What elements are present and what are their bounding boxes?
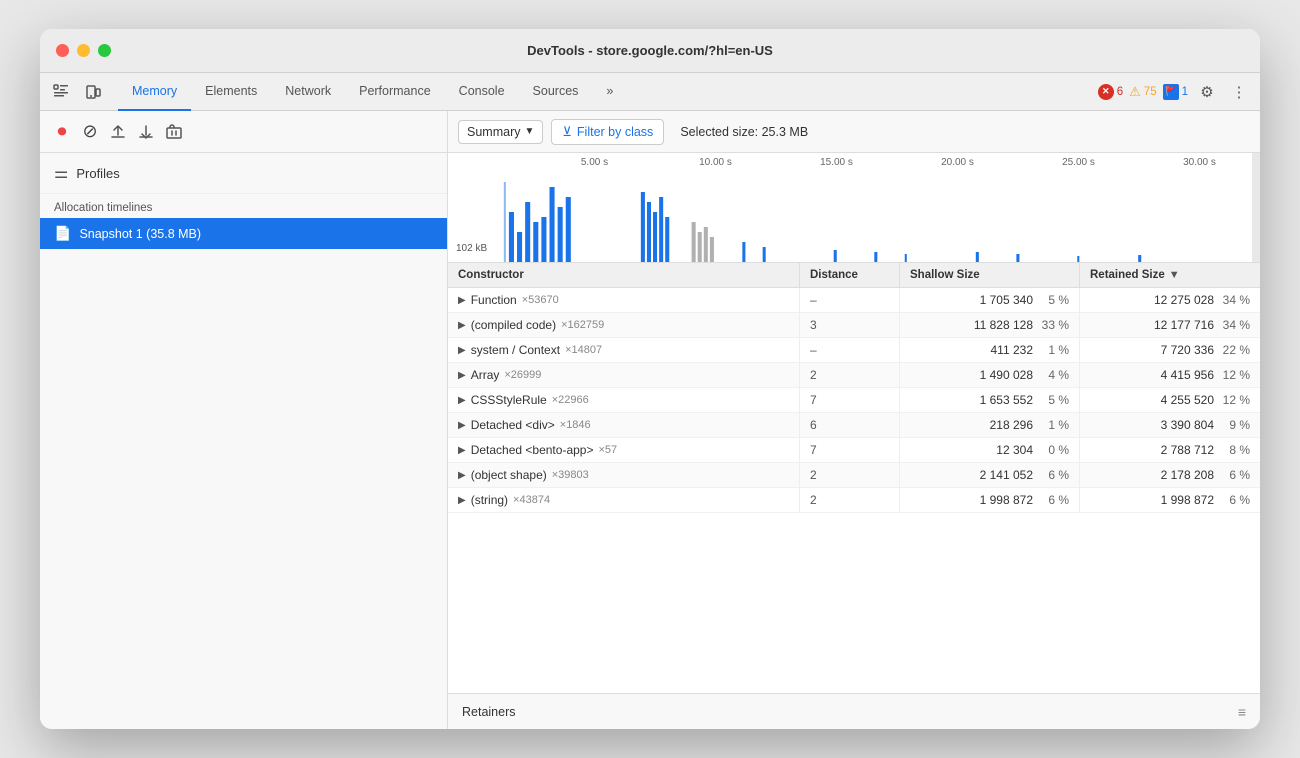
record-button[interactable]: ⏺ — [48, 118, 76, 146]
snapshot-label: Snapshot 1 (35.8 MB) — [79, 227, 201, 241]
header-distance: Distance — [800, 263, 900, 287]
retainers-bar: Retainers ≡ — [448, 693, 1260, 729]
expand-arrow-icon: ▶ — [458, 470, 466, 481]
right-panel: Summary ▼ ⊻ Filter by class Selected siz… — [448, 111, 1260, 729]
time-30s: 30.00 s — [1139, 157, 1260, 168]
chart-area: 5.00 s 10.00 s 15.00 s 20.00 s 25.00 s 3… — [448, 153, 1260, 263]
tab-sources[interactable]: Sources — [519, 73, 593, 111]
window-title: DevTools - store.google.com/?hl=en-US — [527, 43, 773, 58]
tabbar-right: ✕ 6 ⚠ 75 🚩 1 ⚙ ⋮ — [1098, 73, 1252, 110]
upload-button[interactable] — [104, 118, 132, 146]
table-row[interactable]: ▶ Detached <div> ×1846 6 218 296 1 % 3 3… — [448, 413, 1260, 438]
table-row[interactable]: ▶ system / Context ×14807 – 411 232 1 % … — [448, 338, 1260, 363]
table-row[interactable]: ▶ CSSStyleRule ×22966 7 1 653 552 5 % 4 … — [448, 388, 1260, 413]
warning-icon: ⚠ — [1129, 84, 1141, 100]
time-10s: 10.00 s — [655, 157, 776, 168]
warning-badge[interactable]: ⚠ 75 — [1129, 84, 1156, 100]
devtools-icons — [48, 73, 106, 110]
expand-arrow-icon: ▶ — [458, 370, 466, 381]
minimize-button[interactable] — [77, 44, 90, 57]
table-row[interactable]: ▶ Function ×53670 – 1 705 340 5 % 12 275… — [448, 288, 1260, 313]
expand-arrow-icon: ▶ — [458, 395, 466, 406]
clear-button[interactable] — [160, 118, 188, 146]
devtools-window: DevTools - store.google.com/?hl=en-US — [40, 29, 1260, 729]
sort-icon: ▼ — [1169, 269, 1180, 281]
filter-by-class-button[interactable]: ⊻ Filter by class — [551, 119, 664, 145]
sliders-icon: ⚌ — [54, 163, 68, 183]
chart-timeline: 5.00 s 10.00 s 15.00 s 20.00 s 25.00 s 3… — [448, 157, 1260, 168]
header-retained[interactable]: Retained Size ▼ — [1080, 263, 1260, 287]
chart-scrollbar[interactable] — [1252, 153, 1260, 262]
data-table: Constructor Distance Shallow Size Retain… — [448, 263, 1260, 693]
info-icon: 🚩 — [1163, 84, 1179, 100]
time-15s: 15.00 s — [776, 157, 897, 168]
traffic-lights — [56, 44, 111, 57]
selected-size-label: Selected size: 25.3 MB — [680, 125, 808, 139]
error-icon: ✕ — [1098, 84, 1114, 100]
titlebar: DevTools - store.google.com/?hl=en-US — [40, 29, 1260, 73]
sidebar-toolbar: ⏺ ⊘ — [40, 111, 447, 153]
tab-console[interactable]: Console — [445, 73, 519, 111]
info-badge[interactable]: 🚩 1 — [1163, 84, 1188, 100]
table-row[interactable]: ▶ (object shape) ×39803 2 2 141 052 6 % … — [448, 463, 1260, 488]
header-constructor: Constructor — [448, 263, 800, 287]
expand-arrow-icon: ▶ — [458, 420, 466, 431]
tab-performance[interactable]: Performance — [345, 73, 445, 111]
table-row[interactable]: ▶ (compiled code) ×162759 3 11 828 128 3… — [448, 313, 1260, 338]
expand-arrow-icon: ▶ — [458, 495, 466, 506]
expand-arrow-icon: ▶ — [458, 345, 466, 356]
expand-arrow-icon: ▶ — [458, 295, 466, 306]
expand-arrow-icon: ▶ — [458, 445, 466, 456]
table-header: Constructor Distance Shallow Size Retain… — [448, 263, 1260, 288]
sidebar: ⏺ ⊘ — [40, 111, 448, 729]
download-button[interactable] — [132, 118, 160, 146]
main-content: ⏺ ⊘ — [40, 111, 1260, 729]
table-row[interactable]: ▶ Array ×26999 2 1 490 028 4 % 4 415 956… — [448, 363, 1260, 388]
stop-button[interactable]: ⊘ — [76, 118, 104, 146]
expand-arrow-icon: ▶ — [458, 320, 466, 331]
profiles-title: Profiles — [76, 166, 119, 181]
snapshot-icon: 📄 — [54, 225, 71, 242]
header-shallow: Shallow Size — [900, 263, 1080, 287]
retainers-menu-icon: ≡ — [1238, 704, 1246, 720]
tab-more[interactable]: » — [592, 73, 627, 111]
chart-svg — [448, 182, 1260, 262]
table-row[interactable]: ▶ (string) ×43874 2 1 998 872 6 % 1 998 … — [448, 488, 1260, 513]
table-row[interactable]: ▶ Detached <bento-app> ×57 7 12 304 0 % … — [448, 438, 1260, 463]
tab-memory[interactable]: Memory — [118, 73, 191, 111]
dropdown-arrow-icon: ▼ — [524, 126, 534, 137]
section-title: Allocation timelines — [40, 194, 447, 218]
time-20s: 20.00 s — [897, 157, 1018, 168]
snapshot-item[interactable]: 📄 Snapshot 1 (35.8 MB) — [40, 218, 447, 249]
more-options-button[interactable]: ⋮ — [1226, 79, 1252, 105]
tab-elements[interactable]: Elements — [191, 73, 271, 111]
close-button[interactable] — [56, 44, 69, 57]
settings-button[interactable]: ⚙ — [1194, 79, 1220, 105]
inspect-icon[interactable] — [48, 79, 74, 105]
error-badge[interactable]: ✕ 6 — [1098, 84, 1123, 100]
tabbar: Memory Elements Network Performance Cons… — [40, 73, 1260, 111]
device-icon[interactable] — [80, 79, 106, 105]
retainers-label: Retainers — [462, 705, 516, 719]
time-25s: 25.00 s — [1018, 157, 1139, 168]
summary-dropdown[interactable]: Summary ▼ — [458, 120, 543, 144]
maximize-button[interactable] — [98, 44, 111, 57]
tab-network[interactable]: Network — [271, 73, 345, 111]
time-5s: 5.00 s — [534, 157, 655, 168]
sidebar-header: ⚌ Profiles — [40, 153, 447, 194]
filter-icon: ⊻ — [562, 124, 572, 140]
